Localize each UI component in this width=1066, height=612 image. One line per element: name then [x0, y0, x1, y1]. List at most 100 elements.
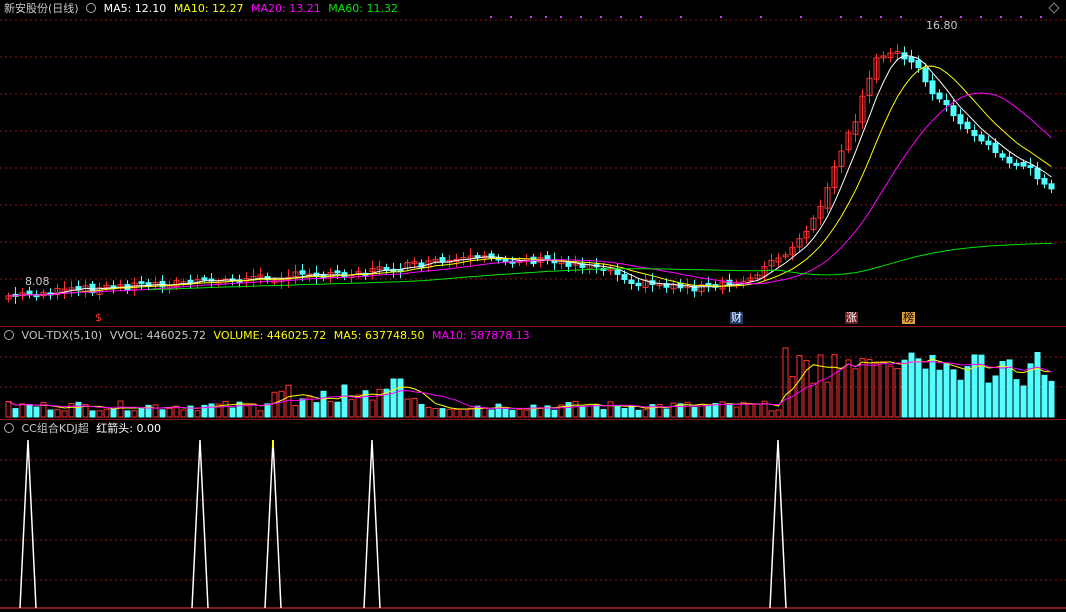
event-finance-marker[interactable]: 财	[730, 312, 743, 324]
candle-body	[439, 257, 446, 263]
volume-bar	[747, 403, 754, 418]
volume-bar	[47, 409, 54, 418]
candle-body	[201, 277, 208, 281]
event-dollar-marker[interactable]: $	[94, 312, 103, 324]
volume-bar	[166, 407, 173, 418]
volume-bar	[19, 403, 26, 418]
volume-bar	[103, 408, 110, 418]
volume-bar	[635, 409, 642, 418]
candle-body	[1041, 178, 1048, 185]
signal-dot	[900, 16, 902, 18]
volume-bar	[1048, 380, 1055, 418]
volume-bar	[327, 400, 334, 418]
signal-dot	[720, 16, 722, 18]
signal-spike	[363, 439, 381, 609]
volume-bar	[348, 399, 355, 418]
candle-body	[614, 269, 621, 275]
signal-dot	[510, 16, 512, 18]
kdj-chart-canvas[interactable]	[0, 420, 1066, 612]
signal-dot	[640, 16, 642, 18]
volume-bar	[1041, 374, 1048, 418]
volume-bar	[292, 405, 299, 418]
settings-circle-icon[interactable]	[4, 423, 14, 433]
volume-bar	[607, 401, 614, 418]
volume-bar	[901, 359, 908, 418]
volume-bar	[110, 407, 117, 418]
volume-bar	[131, 410, 138, 418]
volume-bar	[180, 409, 187, 418]
kdj-legend: CC组合KDJ超 红箭头: 0.00	[4, 422, 165, 436]
volume-bar	[89, 410, 96, 418]
settings-circle-icon[interactable]	[86, 3, 97, 13]
volume-bar	[754, 403, 761, 418]
ma20-line	[8, 92, 1052, 297]
volume-bar	[579, 406, 586, 418]
signal-dot	[1000, 16, 1002, 18]
signal-dot	[940, 16, 942, 18]
volume-bar	[369, 399, 376, 418]
volume-bar	[950, 369, 957, 418]
kdj-chart-pane[interactable]: CC组合KDJ超 红箭头: 0.00	[0, 420, 1066, 612]
candle-body	[1048, 183, 1055, 190]
volume-bar	[313, 402, 320, 418]
price-chart-pane[interactable]: 新安股份(日线) MA5: 12.10 MA10: 12.27 MA20: 13…	[0, 0, 1066, 326]
low-price-label: 8.08	[25, 275, 50, 288]
signal-spike	[19, 439, 37, 609]
signal-spike	[191, 439, 209, 609]
volume-chart-pane[interactable]: VOL-TDX(5,10) VVOL: 446025.72 VOLUME: 44…	[0, 327, 1066, 419]
settings-circle-icon[interactable]	[4, 330, 14, 340]
volume-bar	[621, 408, 628, 418]
volume-bar	[54, 409, 61, 418]
volume-bar	[922, 368, 929, 418]
volume-bar	[5, 401, 12, 418]
volume-bar	[565, 402, 572, 418]
volume-bar	[887, 365, 894, 418]
volume-bar	[523, 409, 530, 418]
volume-bar	[425, 406, 432, 418]
candle-body	[1006, 156, 1013, 164]
volume-bar	[222, 401, 229, 418]
ma5-value: MA5: 12.10	[103, 2, 167, 15]
volume-bar	[642, 409, 649, 418]
candle-body	[999, 153, 1006, 158]
volume-bar	[964, 366, 971, 418]
volume-bar	[866, 359, 873, 418]
event-limit-up-marker[interactable]: 涨	[845, 312, 858, 324]
volume-bar	[488, 409, 495, 418]
volume-bar	[124, 410, 131, 418]
volume-bar	[628, 405, 635, 418]
volume-bar	[397, 378, 404, 418]
candle-body	[950, 105, 957, 117]
signal-dot	[600, 16, 602, 18]
candle-body	[908, 56, 915, 63]
volume-bar	[894, 367, 901, 418]
volume-bar	[243, 403, 250, 418]
volume-bar	[586, 405, 593, 418]
ma10-value: MA10: 12.27	[173, 2, 244, 15]
volume-bar	[614, 405, 621, 418]
volume-bar	[208, 403, 215, 418]
ma5-line	[8, 54, 1052, 297]
candle-body	[502, 258, 509, 262]
signal-dot	[840, 16, 842, 18]
volume-bar	[460, 408, 467, 418]
volume-bar	[663, 408, 670, 418]
vol-ma5-value: MA5: 637748.50	[333, 329, 425, 342]
price-chart-canvas[interactable]	[0, 0, 1066, 326]
candle-body	[985, 140, 992, 146]
candle-body	[1013, 162, 1020, 166]
volume-bar	[775, 409, 782, 418]
volume-bar	[929, 354, 936, 418]
volume-bar	[68, 403, 75, 418]
volume-bar	[705, 404, 712, 418]
signal-dot	[800, 16, 802, 18]
candle-body	[1027, 165, 1034, 169]
volume-bar	[61, 410, 68, 418]
volume-bar	[26, 404, 33, 418]
event-ranking-marker[interactable]: 榜	[902, 312, 915, 324]
volume-bar	[537, 407, 544, 418]
volume-bar	[229, 407, 236, 418]
volume-bar	[782, 347, 789, 418]
volume-value: VOLUME: 446025.72	[213, 329, 327, 342]
volume-bar	[796, 355, 803, 418]
